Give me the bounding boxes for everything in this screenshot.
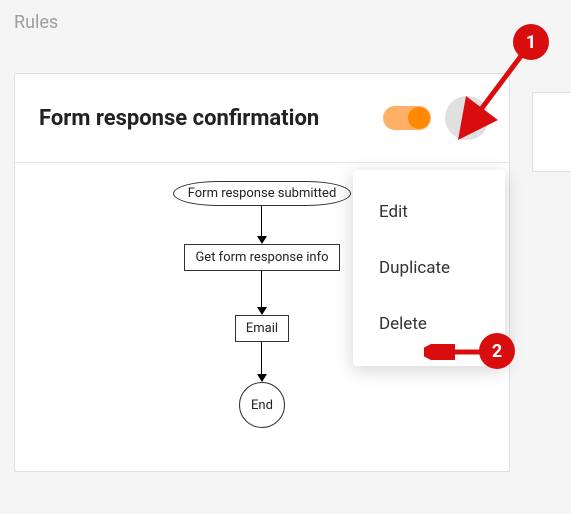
- flow-node-action: Get form response info: [184, 244, 339, 271]
- flow-node-end: End: [239, 382, 285, 428]
- menu-item-edit[interactable]: Edit: [353, 184, 505, 240]
- flow-node-email: Email: [235, 315, 289, 342]
- context-menu: Edit Duplicate Delete: [353, 170, 505, 366]
- toggle-knob: [408, 107, 430, 129]
- rule-title: Form response confirmation: [39, 106, 383, 131]
- menu-item-duplicate[interactable]: Duplicate: [353, 240, 505, 296]
- flow-arrow: [257, 342, 267, 382]
- annotation-arrow-2: [424, 344, 484, 360]
- card-header: Form response confirmation: [15, 74, 509, 163]
- flow-diagram: Form response submitted Get form respons…: [173, 181, 352, 471]
- flow-arrow: [257, 206, 267, 244]
- page-title: Rules: [0, 0, 571, 33]
- rule-toggle[interactable]: [383, 106, 431, 130]
- adjacent-card-edge: [532, 92, 571, 172]
- annotation-badge-2: 2: [479, 333, 515, 369]
- flow-arrow: [257, 271, 267, 315]
- flow-node-start: Form response submitted: [173, 181, 352, 206]
- annotation-arrow-1: [449, 50, 529, 140]
